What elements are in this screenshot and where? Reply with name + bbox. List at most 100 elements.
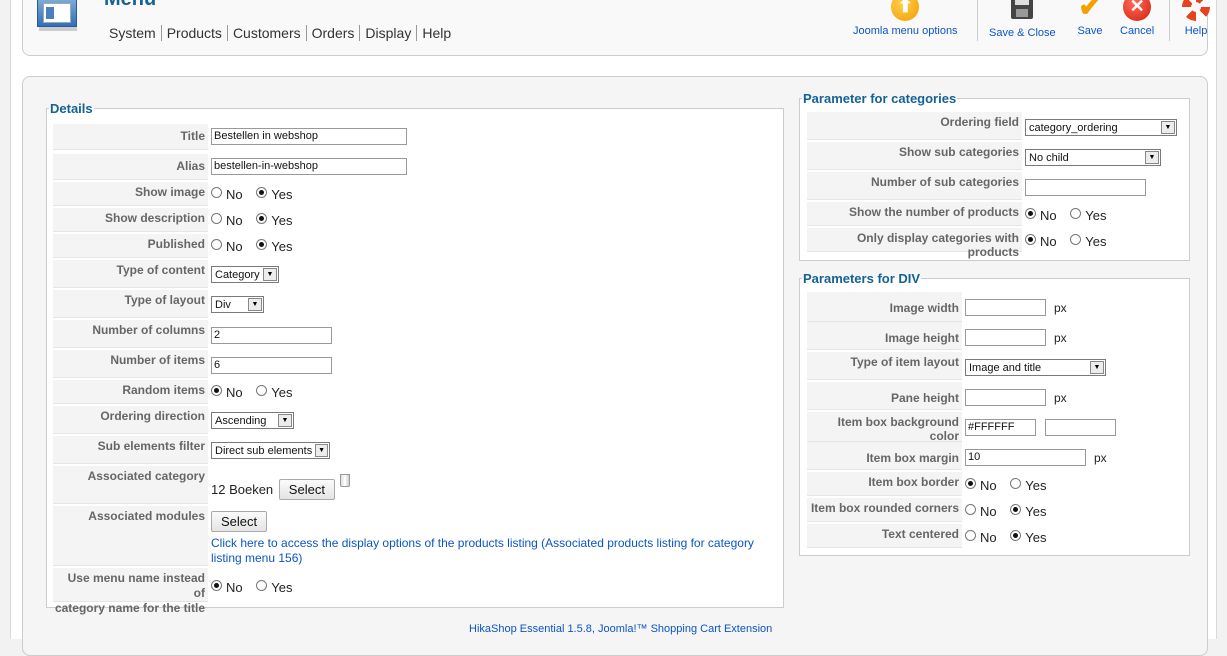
rounded-yes-radio[interactable] xyxy=(1010,504,1022,515)
only-display-no-radio[interactable] xyxy=(1025,234,1036,245)
row-type-content: Type of content Category ▼ xyxy=(53,260,279,288)
published-no-radio[interactable] xyxy=(211,239,222,250)
ordering-field-select[interactable]: category_ordering ▼ xyxy=(1025,119,1177,136)
num-items-input[interactable]: 6 xyxy=(211,357,332,374)
floppy-icon xyxy=(1011,0,1034,19)
row-random-items: Random items No Yes xyxy=(53,380,302,404)
rounded-no-radio[interactable] xyxy=(965,504,976,515)
menu-customers[interactable]: Customers xyxy=(227,25,307,41)
pane-height-input[interactable] xyxy=(965,389,1046,406)
dropdown-arrow-icon: ▼ xyxy=(1090,361,1104,374)
dropdown-arrow-icon: ▼ xyxy=(248,298,262,311)
random-items-no-radio[interactable] xyxy=(211,385,222,396)
dropdown-arrow-icon: ▼ xyxy=(1161,121,1175,134)
published-yes-radio[interactable] xyxy=(256,239,268,250)
trash-icon[interactable] xyxy=(340,474,350,487)
border-no-radio[interactable] xyxy=(965,478,976,489)
title-input[interactable]: Bestellen in webshop xyxy=(211,128,407,145)
cancel-button[interactable]: ✕ Cancel xyxy=(1120,0,1154,37)
show-description-yes-radio[interactable] xyxy=(256,213,268,224)
row-alias: Alias bestellen-in-webshop xyxy=(53,154,407,180)
row-centered: Text centered No Yes xyxy=(807,524,1056,548)
row-num-sub: Number of sub categories xyxy=(807,172,1146,200)
alias-input[interactable]: bestellen-in-webshop xyxy=(211,158,407,175)
row-item-layout: Type of item layout Image and title ▼ xyxy=(807,352,1106,380)
sub-filter-select[interactable]: Direct sub elements ▼ xyxy=(211,442,330,459)
row-num-items: Number of items 6 xyxy=(53,350,332,378)
show-sub-select[interactable]: No child ▼ xyxy=(1025,149,1161,166)
row-sub-filter: Sub elements filter Direct sub elements ▼ xyxy=(53,436,330,464)
row-only-display: Only display categories with products No… xyxy=(807,228,1116,259)
image-height-input[interactable] xyxy=(965,329,1046,346)
bg-color-swatch[interactable] xyxy=(1044,419,1116,436)
cancel-icon: ✕ xyxy=(1123,0,1152,21)
centered-yes-radio[interactable] xyxy=(1010,530,1022,541)
num-sub-input[interactable] xyxy=(1025,179,1146,196)
dropdown-arrow-icon: ▼ xyxy=(1145,151,1159,164)
show-image-no-radio[interactable] xyxy=(211,187,222,198)
image-width-input[interactable] xyxy=(965,299,1046,316)
joomla-options-button[interactable]: ⬆ Joomla menu options xyxy=(853,0,958,37)
save-close-button[interactable]: Save & Close xyxy=(989,0,1056,39)
menu-logo-icon xyxy=(37,0,77,33)
row-show-description: Show description No Yes xyxy=(53,208,302,232)
menu-orders[interactable]: Orders xyxy=(306,25,361,41)
footer-link[interactable]: HikaShop Essential 1.5.8, Joomla!™ Shopp… xyxy=(469,623,772,635)
row-published: Published No Yes xyxy=(53,234,302,258)
checkmark-icon: ✔ xyxy=(1078,0,1102,22)
row-type-layout: Type of layout Div ▼ xyxy=(53,290,264,318)
row-ordering-field: Ordering field category_ordering ▼ xyxy=(807,112,1177,140)
menu-help[interactable]: Help xyxy=(417,25,456,41)
border-yes-radio[interactable] xyxy=(1010,478,1022,489)
menu-products[interactable]: Products xyxy=(161,25,228,41)
assoc-category-value: 12 Boeken xyxy=(211,482,274,497)
row-assoc-modules: Associated modules Select Click here to … xyxy=(53,506,778,566)
ordering-direction-select[interactable]: Ascending ▼ xyxy=(211,412,294,429)
only-display-yes-radio[interactable] xyxy=(1070,234,1082,245)
menu-display[interactable]: Display xyxy=(360,25,418,41)
row-num-columns: Number of columns 2 xyxy=(53,320,332,348)
page-wrapper: Menu SystemProductsCustomersOrdersDispla… xyxy=(10,0,1217,656)
type-content-select[interactable]: Category ▼ xyxy=(211,266,279,283)
show-description-no-radio[interactable] xyxy=(211,213,222,224)
centered-no-radio[interactable] xyxy=(965,530,976,541)
arrow-up-icon: ⬆ xyxy=(891,0,920,21)
menu-system[interactable]: System xyxy=(109,25,162,41)
lifebuoy-icon xyxy=(1182,0,1210,21)
row-title: Title Bestellen in webshop xyxy=(53,124,407,150)
dropdown-arrow-icon: ▼ xyxy=(263,268,277,281)
row-bg-color: Item box background color #FFFFFF xyxy=(807,412,1116,443)
help-button[interactable]: Help xyxy=(1181,0,1211,37)
num-columns-input[interactable]: 2 xyxy=(211,327,332,344)
row-rounded: Item box rounded corners No Yes xyxy=(807,498,1056,522)
dropdown-arrow-icon: ▼ xyxy=(278,414,292,427)
page-title: Menu xyxy=(104,0,156,11)
show-image-yes-radio[interactable] xyxy=(256,187,268,198)
select-category-button[interactable]: Select xyxy=(278,479,335,500)
row-show-num-products: Show the number of products No Yes xyxy=(807,202,1116,226)
menu-name-no-radio[interactable] xyxy=(211,580,222,591)
toolbar-divider xyxy=(1169,0,1170,41)
row-menu-name: Use menu name instead of category name fo… xyxy=(53,568,302,615)
row-show-image: Show image No Yes xyxy=(53,182,302,206)
item-layout-select[interactable]: Image and title ▼ xyxy=(965,359,1106,376)
dropdown-arrow-icon: ▼ xyxy=(315,444,328,457)
type-layout-select[interactable]: Div ▼ xyxy=(211,296,264,313)
show-num-products-yes-radio[interactable] xyxy=(1070,208,1082,219)
row-pane-height: Pane height px xyxy=(807,382,1067,410)
row-image-width: Image width px xyxy=(807,292,1067,322)
row-image-height: Image height px xyxy=(807,322,1067,350)
details-legend: Details xyxy=(50,101,93,116)
row-margin: Item box margin 10 px xyxy=(807,442,1107,470)
div-legend: Parameters for DIV xyxy=(803,271,921,286)
categories-legend: Parameter for categories xyxy=(803,91,957,106)
show-num-products-no-radio[interactable] xyxy=(1025,208,1036,219)
save-button[interactable]: ✔ Save xyxy=(1075,0,1105,37)
margin-input[interactable]: 10 xyxy=(965,449,1086,466)
select-modules-button[interactable]: Select xyxy=(211,511,268,532)
display-options-link[interactable]: Click here to access the display options… xyxy=(211,536,778,566)
bg-color-input[interactable]: #FFFFFF xyxy=(965,419,1036,436)
random-items-yes-radio[interactable] xyxy=(256,385,268,396)
row-ordering-direction: Ordering direction Ascending ▼ xyxy=(53,406,294,434)
menu-name-yes-radio[interactable] xyxy=(256,580,268,591)
